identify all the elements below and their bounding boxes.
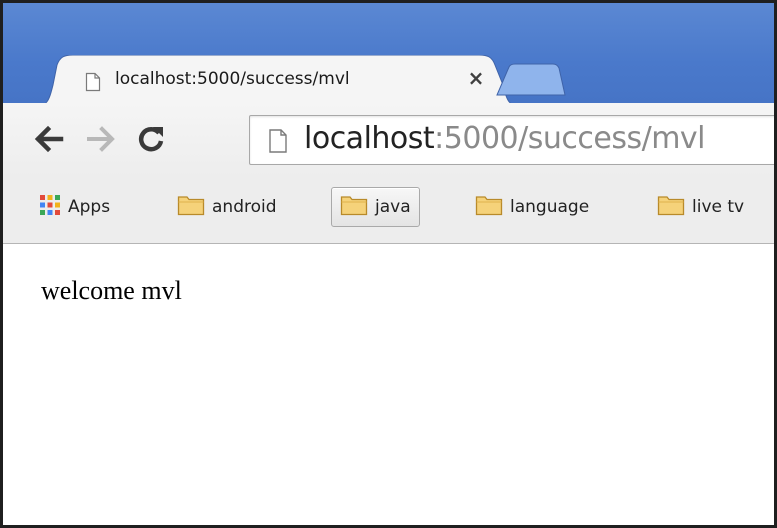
tab-strip: localhost:5000/success/mvl × [3,3,774,107]
bookmark-apps[interactable]: Apps [39,187,110,227]
url-host: localhost [304,121,435,156]
bookmark-label: language [510,197,590,217]
bookmark-folder-java[interactable]: java [331,187,420,227]
bookmark-folder-live-tv[interactable]: live tv [657,187,744,227]
tab-active[interactable]: localhost:5000/success/mvl × [33,55,523,107]
browser-window: localhost:5000/success/mvl × localhost:5… [0,0,777,528]
bookmark-label: live tv [692,197,745,217]
new-tab-button[interactable] [495,63,567,101]
address-bar[interactable]: localhost:5000/success/mvl [249,115,774,165]
folder-icon [177,194,205,221]
url-text: localhost:5000/success/mvl [304,121,706,156]
reload-button[interactable] [133,121,169,157]
folder-icon [475,194,503,221]
page-icon [85,72,101,92]
apps-grid-icon [39,194,61,221]
page-icon [268,128,288,154]
back-button[interactable] [31,121,67,157]
bookmark-label: java [375,197,411,217]
bookmark-folder-language[interactable]: language [475,187,589,227]
url-path: :5000/success/mvl [434,121,706,156]
back-arrow-icon [34,125,64,153]
page-content: welcome mvl [3,244,774,525]
folder-icon [340,194,368,221]
bookmark-label: android [212,197,277,217]
reload-icon [138,127,164,152]
folder-icon [657,194,685,221]
bookmark-label: Apps [68,197,111,217]
welcome-text: welcome mvl [41,276,182,305]
close-icon[interactable]: × [465,67,487,89]
new-tab-icon [496,63,566,96]
bookmark-folder-android[interactable]: android [177,187,277,227]
forward-arrow-icon [87,126,115,152]
bookmarks-bar: Apps android java language live tv [3,177,774,244]
forward-button[interactable] [83,121,119,157]
tab-title: localhost:5000/success/mvl [115,69,350,89]
navigation-toolbar: localhost:5000/success/mvl [3,103,774,177]
